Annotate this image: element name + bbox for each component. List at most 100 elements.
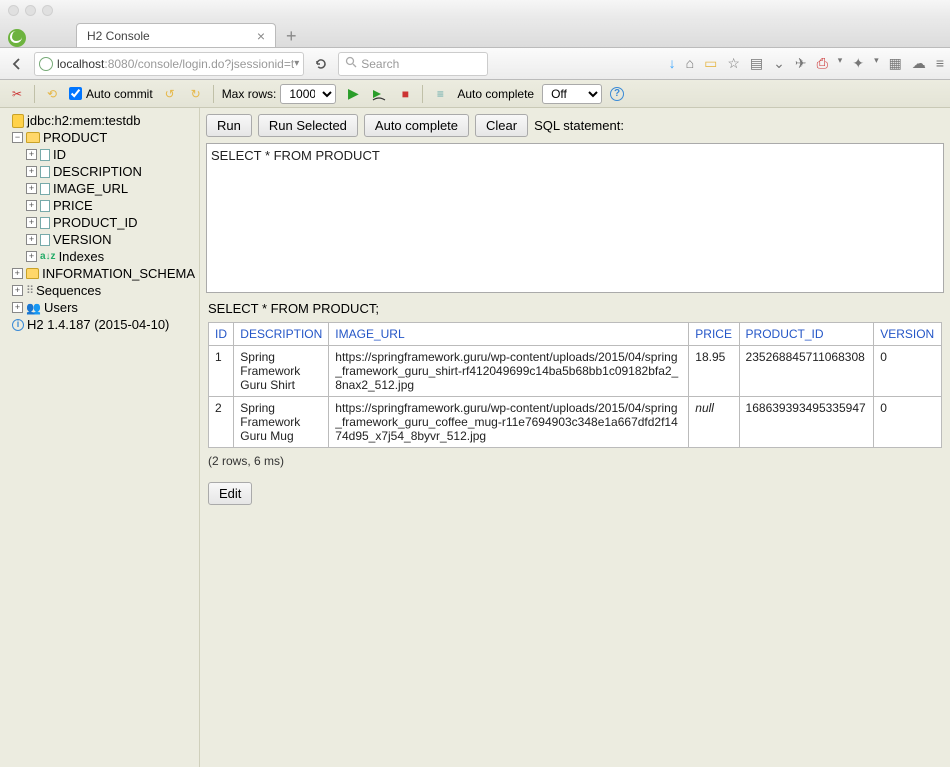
results-header-row: ID DESCRIPTION IMAGE_URL PRICE PRODUCT_I… <box>209 323 942 346</box>
expand-icon[interactable]: + <box>12 285 23 296</box>
results-panel: SELECT * FROM PRODUCT; ID DESCRIPTION IM… <box>200 293 950 513</box>
results-summary: (2 rows, 6 ms) <box>208 454 942 468</box>
run-selected-button[interactable]: Run Selected <box>258 114 358 137</box>
expand-icon[interactable]: + <box>26 200 37 211</box>
back-button[interactable] <box>6 53 28 75</box>
db-node[interactable]: jdbc:h2:mem:testdb <box>4 112 195 129</box>
cell-img: https://springframework.guru/wp-content/… <box>329 346 689 397</box>
list-icon[interactable]: ▤ <box>750 55 763 72</box>
expand-icon[interactable]: + <box>26 234 37 245</box>
collapse-icon[interactable]: − <box>12 132 23 143</box>
info-schema-node[interactable]: +INFORMATION_SCHEMA <box>4 265 195 282</box>
help-icon[interactable]: ? <box>610 87 624 101</box>
reload-button[interactable] <box>310 53 332 75</box>
main-area: jdbc:h2:mem:testdb −PRODUCT +ID +DESCRIP… <box>0 108 950 767</box>
content-area: Run Run Selected Auto complete Clear SQL… <box>200 108 950 767</box>
grid-icon[interactable]: ▦ <box>889 55 902 72</box>
traffic-light-close[interactable] <box>8 5 19 16</box>
column-icon <box>40 166 50 178</box>
run-button[interactable]: Run <box>206 114 252 137</box>
users-node[interactable]: +👥Users <box>4 299 195 316</box>
cell-ver: 0 <box>874 397 942 448</box>
traffic-light-min[interactable] <box>25 5 36 16</box>
column-icon <box>40 149 50 161</box>
send-icon[interactable]: ✈ <box>795 55 807 72</box>
browser-tab[interactable]: H2 Console × <box>76 23 276 47</box>
sql-statement-label: SQL statement: <box>534 118 624 133</box>
col-description[interactable]: DESCRIPTION <box>234 323 329 346</box>
search-box[interactable]: Search <box>338 52 488 76</box>
expand-icon[interactable]: + <box>26 149 37 160</box>
autocomplete-select[interactable]: Off <box>542 84 602 104</box>
tab-title: H2 Console <box>87 29 150 43</box>
menu-icon[interactable]: ≡ <box>936 55 944 72</box>
expand-icon[interactable]: + <box>12 268 23 279</box>
column-node[interactable]: +PRICE <box>4 197 195 214</box>
column-label: PRODUCT_ID <box>53 215 138 230</box>
expand-icon[interactable]: + <box>12 302 23 313</box>
history-icon[interactable]: ≡ <box>431 85 449 103</box>
folder-icon[interactable]: ▭ <box>704 55 717 72</box>
column-node[interactable]: +DESCRIPTION <box>4 163 195 180</box>
col-product-id[interactable]: PRODUCT_ID <box>739 323 874 346</box>
wand-icon[interactable]: ✦ <box>852 55 864 72</box>
table-node[interactable]: − PRODUCT <box>4 129 195 146</box>
home-icon[interactable]: ⌂ <box>686 55 694 72</box>
disconnect-icon[interactable]: ✂ <box>8 85 26 103</box>
bookmark-icon[interactable]: ☆ <box>727 55 740 72</box>
version-label: H2 1.4.187 (2015-04-10) <box>27 317 169 332</box>
cell-price: 18.95 <box>689 346 739 397</box>
col-version[interactable]: VERSION <box>874 323 942 346</box>
autocommit-checkbox[interactable] <box>69 87 82 100</box>
run-selected-icon[interactable] <box>370 85 388 103</box>
window-titlebar <box>0 0 950 20</box>
col-id[interactable]: ID <box>209 323 234 346</box>
autocomplete-button[interactable]: Auto complete <box>364 114 469 137</box>
edit-button[interactable]: Edit <box>208 482 252 505</box>
expand-icon[interactable]: + <box>26 166 37 177</box>
column-node[interactable]: +VERSION <box>4 231 195 248</box>
run-icon[interactable]: ▶ <box>344 85 362 103</box>
browser-toolbar-icons: ↓ ⌂ ▭ ☆ ▤ ⌄ ✈ ⎙ ▾ ✦ ▾ ▦ ☁ ≡ <box>669 55 944 72</box>
expand-icon[interactable]: + <box>26 183 37 194</box>
column-node[interactable]: + PRODUCT_ID <box>4 214 195 231</box>
new-tab-button[interactable]: + <box>276 26 307 47</box>
index-icon: a↓z <box>40 251 56 262</box>
search-icon <box>345 56 357 71</box>
search-placeholder: Search <box>361 57 399 71</box>
url-bar[interactable]: localhost:8080/console/login.do?jsession… <box>34 52 304 76</box>
maxrows-select[interactable]: 1000 <box>280 84 336 104</box>
chat-icon[interactable]: ☁ <box>912 55 926 72</box>
stop-icon[interactable]: ■ <box>396 85 414 103</box>
pocket-icon[interactable]: ⌄ <box>773 55 785 72</box>
traffic-light-max[interactable] <box>42 5 53 16</box>
expand-icon[interactable]: + <box>26 217 37 228</box>
column-icon <box>40 234 50 246</box>
table-label: PRODUCT <box>43 130 107 145</box>
sql-textarea[interactable] <box>206 143 944 293</box>
table-row: 1 Spring Framework Guru Shirt https://sp… <box>209 346 942 397</box>
indexes-label: Indexes <box>59 249 105 264</box>
col-image-url[interactable]: IMAGE_URL <box>329 323 689 346</box>
commit-icon[interactable]: ↺ <box>161 85 179 103</box>
pdf-icon[interactable]: ⎙ <box>817 55 828 72</box>
downloads-icon[interactable]: ↓ <box>669 55 676 72</box>
sequences-node[interactable]: +⠿Sequences <box>4 282 195 299</box>
url-dropdown-icon[interactable]: ▾ <box>294 58 299 69</box>
column-node[interactable]: +ID <box>4 146 195 163</box>
column-node[interactable]: +IMAGE_URL <box>4 180 195 197</box>
refresh-icon[interactable]: ⟲ <box>43 85 61 103</box>
clear-button[interactable]: Clear <box>475 114 528 137</box>
caret2-icon[interactable]: ▾ <box>874 55 879 72</box>
caret-icon[interactable]: ▾ <box>838 55 843 72</box>
folder-icon <box>26 268 39 279</box>
cell-id: 1 <box>209 346 234 397</box>
rollback-icon[interactable]: ↻ <box>187 85 205 103</box>
expand-icon[interactable]: + <box>26 251 37 262</box>
indexes-node[interactable]: +a↓zIndexes <box>4 248 195 265</box>
maxrows-label: Max rows: <box>222 87 277 101</box>
sequences-label: Sequences <box>36 283 101 298</box>
close-tab-icon[interactable]: × <box>227 28 265 44</box>
col-price[interactable]: PRICE <box>689 323 739 346</box>
column-icon <box>40 217 50 229</box>
